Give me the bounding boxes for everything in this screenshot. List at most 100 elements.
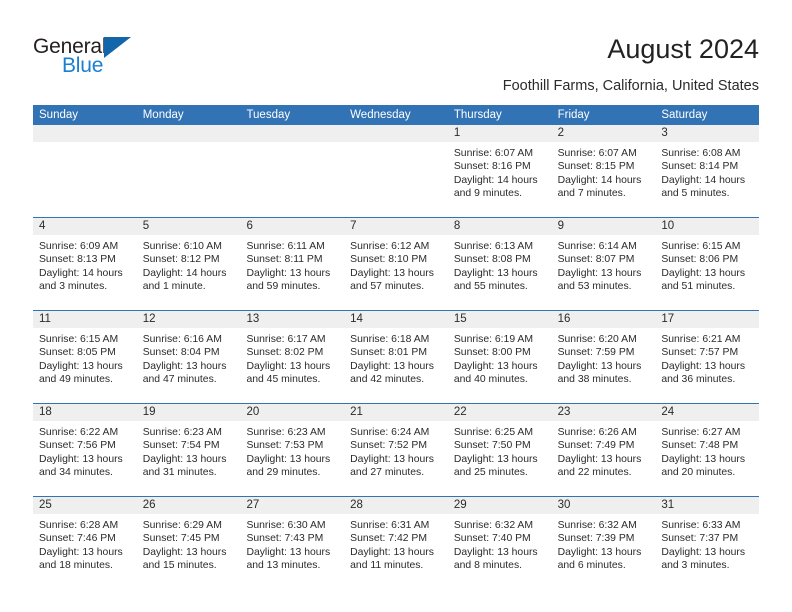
day-cell-30[interactable]: Sunrise: 6:32 AM Sunset: 7:39 PM Daylight:… <box>552 514 656 589</box>
day-cell-15[interactable]: Sunrise: 6:19 AM Sunset: 8:00 PM Daylight:… <box>448 328 552 403</box>
day-number-22[interactable]: 22 <box>448 404 552 421</box>
sunset-text: Sunset: 7:53 PM <box>246 440 324 452</box>
day-number-31[interactable]: 31 <box>655 497 759 514</box>
sunrise-text: Sunrise: 6:28 AM <box>39 520 119 531</box>
day-cell-7[interactable]: Sunrise: 6:12 AM Sunset: 8:10 PM Daylight:… <box>344 235 448 310</box>
day-cell-28[interactable]: Sunrise: 6:31 AM Sunset: 7:42 PM Daylight:… <box>344 514 448 589</box>
generalblue-logo[interactable]: General Blue <box>33 36 233 86</box>
daylight-text: Daylight: 13 hours <box>453 453 538 465</box>
day-cell-18[interactable]: Sunrise: 6:22 AM Sunset: 7:56 PM Daylight:… <box>33 421 137 496</box>
daylight-text-cont: and 9 minutes. <box>453 188 523 200</box>
day-cell-2[interactable]: Sunrise: 6:07 AM Sunset: 8:15 PM Daylight:… <box>552 142 656 217</box>
daylight-text: Daylight: 13 hours <box>246 546 331 558</box>
day-cell-1[interactable]: Sunrise: 6:07 AM Sunset: 8:16 PM Daylight:… <box>448 142 552 217</box>
sunrise-text: Sunrise: 6:22 AM <box>39 427 119 438</box>
day-number-29[interactable]: 29 <box>448 497 552 514</box>
day-cell-empty <box>240 142 344 217</box>
sunrise-text: Sunrise: 6:18 AM <box>350 334 430 345</box>
day-cell-13[interactable]: Sunrise: 6:17 AM Sunset: 8:02 PM Daylight:… <box>240 328 344 403</box>
day-number-6[interactable]: 6 <box>240 218 344 235</box>
day-cell-22[interactable]: Sunrise: 6:25 AM Sunset: 7:50 PM Daylight:… <box>448 421 552 496</box>
day-number-27[interactable]: 27 <box>240 497 344 514</box>
day-number-25[interactable]: 25 <box>33 497 137 514</box>
day-cell-5[interactable]: Sunrise: 6:10 AM Sunset: 8:12 PM Daylight:… <box>137 235 241 310</box>
daylight-text-cont: and 36 minutes. <box>661 374 736 386</box>
day-cell-6[interactable]: Sunrise: 6:11 AM Sunset: 8:11 PM Daylight:… <box>240 235 344 310</box>
sunrise-text: Sunrise: 6:33 AM <box>661 520 741 531</box>
weekday-header-sunday: Sunday <box>39 109 79 121</box>
day-cell-26[interactable]: Sunrise: 6:29 AM Sunset: 7:45 PM Daylight:… <box>137 514 241 589</box>
day-number-10[interactable]: 10 <box>655 218 759 235</box>
sunrise-text: Sunrise: 6:12 AM <box>350 241 430 252</box>
day-cell-25[interactable]: Sunrise: 6:28 AM Sunset: 7:46 PM Daylight:… <box>33 514 137 589</box>
day-cell-4[interactable]: Sunrise: 6:09 AM Sunset: 8:13 PM Daylight:… <box>33 235 137 310</box>
sunset-text: Sunset: 8:12 PM <box>142 254 220 266</box>
page-header: General Blue August 2024 Foothill Farms,… <box>0 0 792 100</box>
day-cell-23[interactable]: Sunrise: 6:26 AM Sunset: 7:49 PM Daylight:… <box>552 421 656 496</box>
daylight-text-cont: and 31 minutes. <box>142 467 217 479</box>
day-number-30[interactable]: 30 <box>552 497 656 514</box>
day-number-5[interactable]: 5 <box>137 218 241 235</box>
daylight-text-cont: and 59 minutes. <box>246 281 321 293</box>
day-cell-14[interactable]: Sunrise: 6:18 AM Sunset: 8:01 PM Daylight:… <box>344 328 448 403</box>
day-number-7[interactable]: 7 <box>344 218 448 235</box>
day-number-1[interactable]: 1 <box>448 125 552 142</box>
day-number-21[interactable]: 21 <box>344 404 448 421</box>
day-cell-9[interactable]: Sunrise: 6:14 AM Sunset: 8:07 PM Daylight:… <box>552 235 656 310</box>
daylight-text-cont: and 5 minutes. <box>661 188 730 200</box>
day-number-9[interactable]: 9 <box>552 218 656 235</box>
day-number-14[interactable]: 14 <box>344 311 448 328</box>
logo-triangle-icon <box>104 37 131 58</box>
daylight-text: Daylight: 14 hours <box>39 267 123 279</box>
day-number-16[interactable]: 16 <box>552 311 656 328</box>
day-number-15[interactable]: 15 <box>448 311 552 328</box>
daylight-text: Daylight: 13 hours <box>661 267 746 279</box>
day-cell-12[interactable]: Sunrise: 6:16 AM Sunset: 8:04 PM Daylight:… <box>137 328 241 403</box>
day-number-13[interactable]: 13 <box>240 311 344 328</box>
day-cell-3[interactable]: Sunrise: 6:08 AM Sunset: 8:14 PM Daylight:… <box>655 142 759 217</box>
page-title: August 2024 <box>607 34 759 64</box>
daylight-text: Daylight: 13 hours <box>39 546 123 558</box>
day-cell-27[interactable]: Sunrise: 6:30 AM Sunset: 7:43 PM Daylight:… <box>240 514 344 589</box>
day-number-11[interactable]: 11 <box>33 311 137 328</box>
day-cell-19[interactable]: Sunrise: 6:23 AM Sunset: 7:54 PM Daylight:… <box>137 421 241 496</box>
day-cell-empty <box>33 142 137 217</box>
sunset-text: Sunset: 7:39 PM <box>557 533 635 545</box>
day-number-12[interactable]: 12 <box>137 311 241 328</box>
day-number-19[interactable]: 19 <box>137 404 241 421</box>
daylight-text-cont: and 34 minutes. <box>39 467 113 479</box>
calendar-page: General Blue August 2024 Foothill Farms,… <box>0 0 792 612</box>
weekday-header-thursday: Thursday <box>453 109 502 121</box>
day-number-26[interactable]: 26 <box>137 497 241 514</box>
day-number-23[interactable]: 23 <box>552 404 656 421</box>
daylight-text: Daylight: 13 hours <box>350 267 434 279</box>
day-number-20[interactable]: 20 <box>240 404 344 421</box>
sunset-text: Sunset: 8:01 PM <box>350 347 427 359</box>
day-number-28[interactable]: 28 <box>344 497 448 514</box>
day-cell-21[interactable]: Sunrise: 6:24 AM Sunset: 7:52 PM Daylight:… <box>344 421 448 496</box>
sunset-text: Sunset: 8:02 PM <box>246 347 324 359</box>
day-number-17[interactable]: 17 <box>655 311 759 328</box>
daylight-text: Daylight: 14 hours <box>557 174 642 186</box>
day-cell-10[interactable]: Sunrise: 6:15 AM Sunset: 8:06 PM Daylight:… <box>655 235 759 310</box>
day-cell-17[interactable]: Sunrise: 6:21 AM Sunset: 7:57 PM Daylight:… <box>655 328 759 403</box>
day-cell-24[interactable]: Sunrise: 6:27 AM Sunset: 7:48 PM Daylight:… <box>655 421 759 496</box>
daylight-text: Daylight: 13 hours <box>350 546 434 558</box>
day-number-4[interactable]: 4 <box>33 218 137 235</box>
day-number-8[interactable]: 8 <box>448 218 552 235</box>
day-number-3[interactable]: 3 <box>655 125 759 142</box>
day-cell-31[interactable]: Sunrise: 6:33 AM Sunset: 7:37 PM Daylight:… <box>655 514 759 589</box>
day-number-2[interactable]: 2 <box>552 125 656 142</box>
day-number-18[interactable]: 18 <box>33 404 137 421</box>
sunset-text: Sunset: 8:07 PM <box>557 254 635 266</box>
sunrise-text: Sunrise: 6:23 AM <box>142 427 222 438</box>
day-cell-29[interactable]: Sunrise: 6:32 AM Sunset: 7:40 PM Daylight:… <box>448 514 552 589</box>
day-cell-8[interactable]: Sunrise: 6:13 AM Sunset: 8:08 PM Daylight:… <box>448 235 552 310</box>
day-cell-16[interactable]: Sunrise: 6:20 AM Sunset: 7:59 PM Daylight:… <box>552 328 656 403</box>
day-details-band: Sunrise: 6:07 AM Sunset: 8:16 PM Daylight:… <box>33 142 759 217</box>
weekday-header-row: Sunday Monday Tuesday Wednesday Thursday Frid… <box>33 105 759 125</box>
day-number-24[interactable]: 24 <box>655 404 759 421</box>
day-cell-11[interactable]: Sunrise: 6:15 AM Sunset: 8:05 PM Daylight:… <box>33 328 137 403</box>
day-cell-20[interactable]: Sunrise: 6:23 AM Sunset: 7:53 PM Daylight:… <box>240 421 344 496</box>
daylight-text: Daylight: 14 hours <box>453 174 538 186</box>
